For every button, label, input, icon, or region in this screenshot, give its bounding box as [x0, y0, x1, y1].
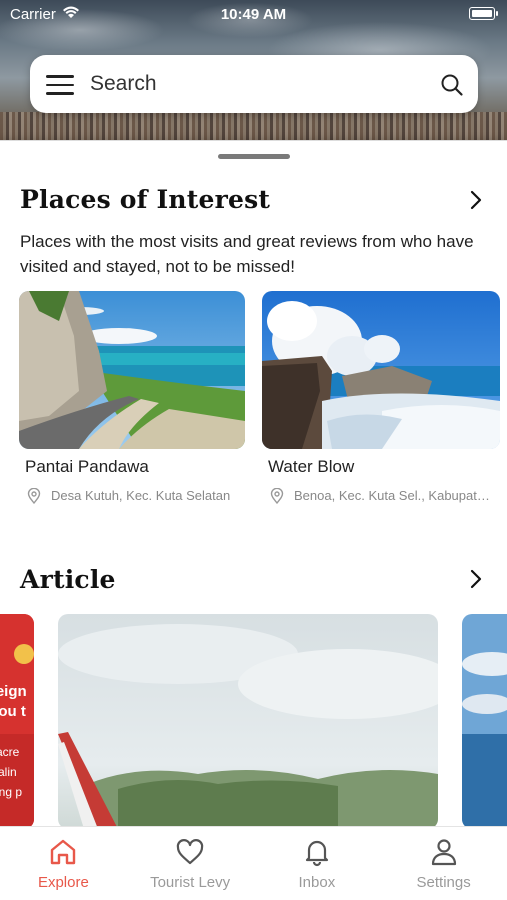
- content-sheet: Places of Interest Places with the most …: [0, 140, 507, 826]
- article-card-partial-left[interactable]: reign you t sacre Balin ving p: [0, 614, 34, 826]
- article-card-subtext: sacre Balin ving p: [0, 745, 23, 799]
- clock: 10:49 AM: [220, 6, 287, 23]
- location-pin-icon: [27, 488, 41, 504]
- article-card-partial-right[interactable]: [462, 614, 507, 826]
- tab-label: Tourist Levy: [150, 874, 231, 891]
- location-pin-icon: [270, 488, 284, 504]
- home-icon: [51, 839, 76, 865]
- place-name: Water Blow: [268, 457, 355, 476]
- tab-inbox[interactable]: Inbox: [254, 827, 381, 900]
- tab-explore[interactable]: Explore: [0, 827, 127, 900]
- search-icon[interactable]: [440, 73, 464, 97]
- search-bar[interactable]: Search: [30, 55, 478, 113]
- tab-label: Explore: [37, 874, 89, 891]
- hamburger-menu-icon[interactable]: [46, 75, 74, 95]
- person-icon: [431, 839, 456, 866]
- article-section-title: Article: [20, 565, 116, 594]
- place-location: Desa Kutuh, Kec. Kuta Selatan: [51, 488, 231, 503]
- tab-label: Inbox: [298, 874, 336, 891]
- heart-icon: [176, 839, 204, 865]
- tab-settings[interactable]: Settings: [380, 827, 507, 900]
- place-card[interactable]: Water Blow Benoa, Kec. Kuta Sel., Kabupa…: [262, 291, 500, 504]
- article-card-text: reign you t: [0, 683, 27, 720]
- battery-icon: [469, 7, 495, 20]
- places-description: Places with the most visits and great re…: [20, 232, 474, 276]
- search-input[interactable]: Search: [90, 72, 157, 96]
- article-chevron-right-icon[interactable]: [469, 569, 483, 589]
- places-section-title: Places of Interest: [20, 185, 271, 214]
- place-name: Pantai Pandawa: [25, 457, 149, 476]
- city-skyline: [0, 112, 507, 142]
- battery-tip: [496, 11, 498, 16]
- place-photo-pantai-pandawa: [19, 291, 245, 449]
- status-bar: Carrier 10:49 AM: [0, 0, 507, 28]
- place-photo-water-blow: [262, 291, 500, 449]
- tab-tourist-levy[interactable]: Tourist Levy: [127, 827, 254, 900]
- tab-label: Settings: [416, 874, 471, 891]
- bell-icon: [305, 840, 328, 867]
- drag-handle[interactable]: [218, 154, 290, 159]
- place-location: Benoa, Kec. Kuta Sel., Kabupaten Badung: [294, 488, 494, 503]
- place-card[interactable]: Pantai Pandawa Desa Kutuh, Kec. Kuta Sel…: [19, 291, 245, 504]
- article-card[interactable]: [58, 614, 438, 826]
- places-chevron-right-icon[interactable]: [469, 190, 483, 210]
- bottom-tab-bar: Explore Tourist Levy Inbox Settings: [0, 826, 507, 900]
